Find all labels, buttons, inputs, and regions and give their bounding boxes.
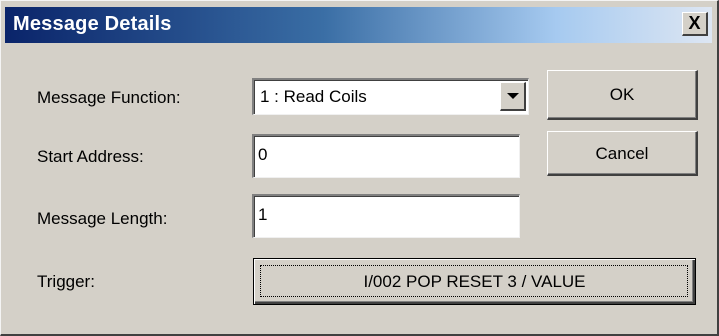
- start-address-label: Start Address:: [37, 147, 144, 166]
- title-bar[interactable]: Message Details X: [5, 7, 712, 43]
- message-function-select[interactable]: 1 : Read Coils: [252, 78, 529, 115]
- trigger-button-label: I/002 POP RESET 3 / VALUE: [363, 272, 586, 291]
- start-address-input[interactable]: 0: [252, 134, 520, 178]
- message-function-value: 1 : Read Coils: [260, 87, 367, 106]
- dialog-title: Message Details: [13, 13, 172, 35]
- ok-button[interactable]: OK: [547, 70, 698, 120]
- trigger-button[interactable]: I/002 POP RESET 3 / VALUE: [253, 258, 696, 305]
- trigger-label: Trigger:: [37, 272, 95, 291]
- close-icon: X: [688, 13, 701, 33]
- message-function-label: Message Function:: [37, 88, 181, 107]
- chevron-down-icon[interactable]: [500, 82, 526, 111]
- close-button[interactable]: X: [682, 12, 708, 36]
- cancel-button[interactable]: Cancel: [547, 131, 698, 176]
- message-length-label: Message Length:: [37, 209, 168, 228]
- message-details-dialog: Message Details X Message Function: 1 : …: [0, 0, 719, 336]
- message-length-input[interactable]: 1: [252, 194, 520, 238]
